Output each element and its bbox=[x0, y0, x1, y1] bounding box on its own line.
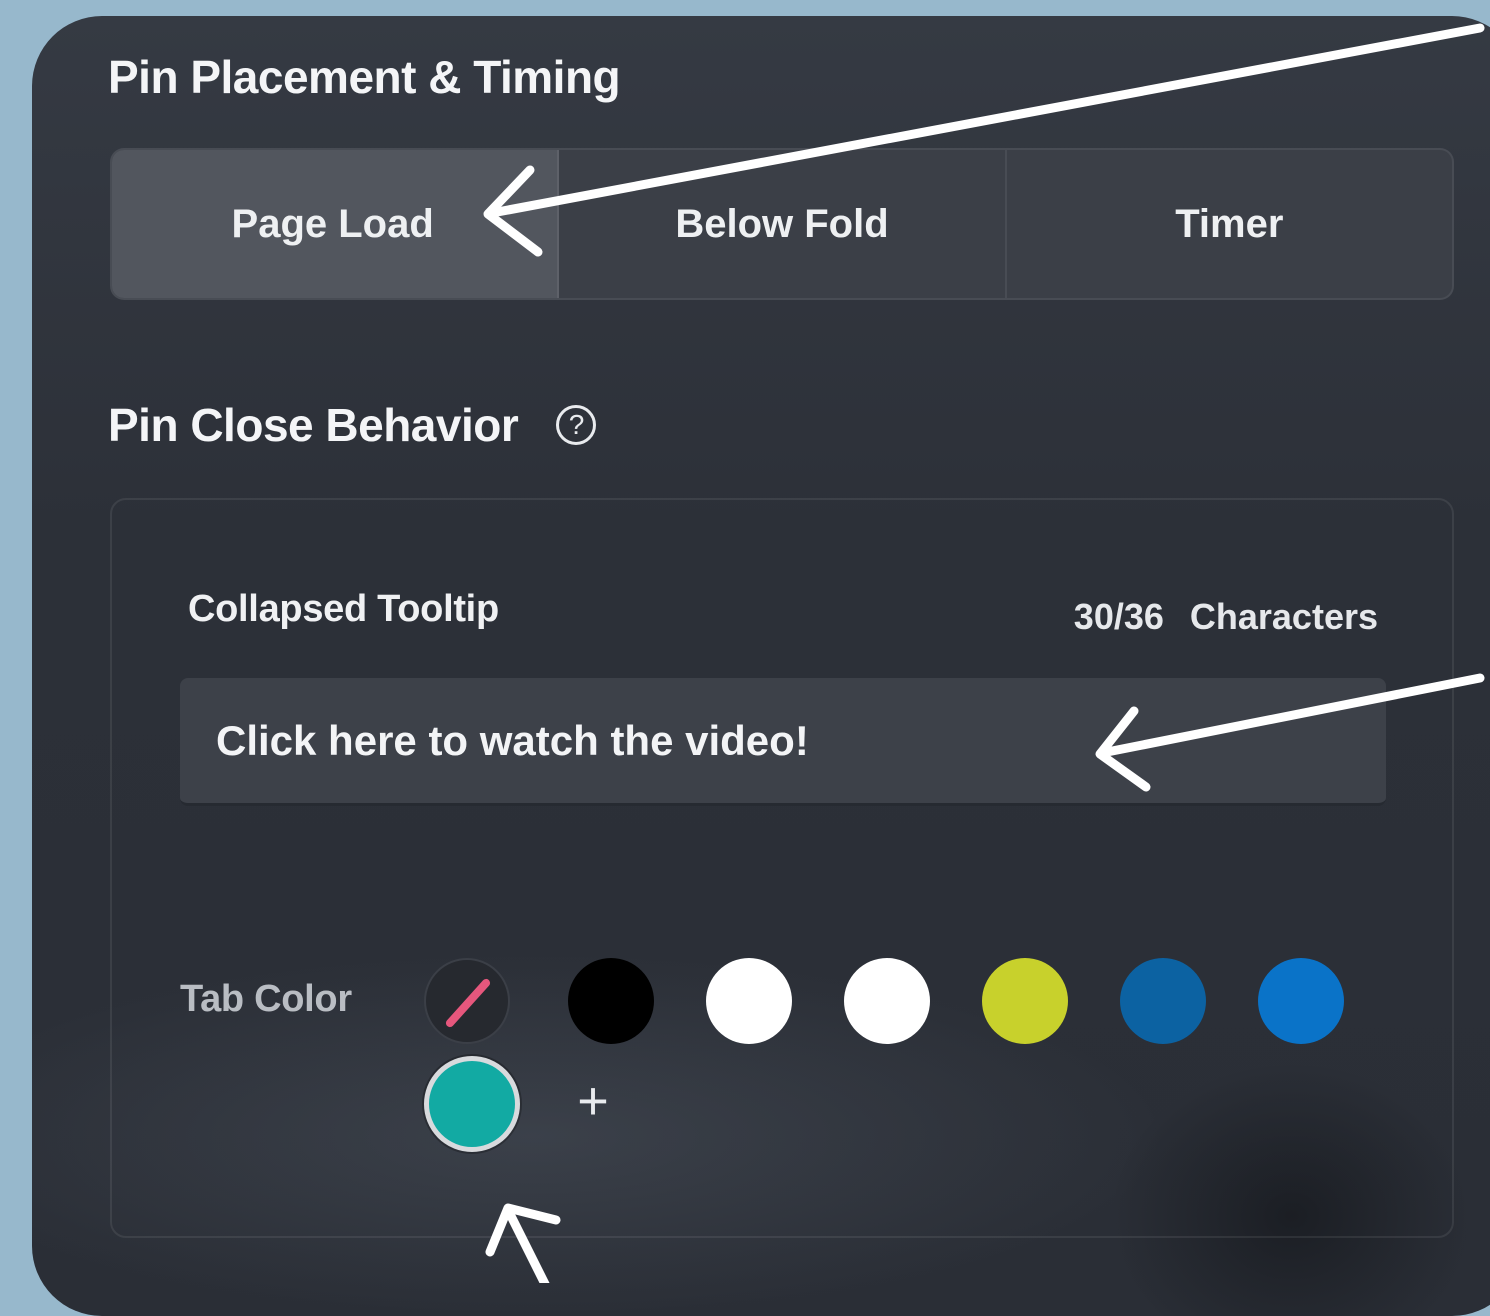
tab-color-label: Tab Color bbox=[180, 978, 352, 1020]
swatch-none[interactable] bbox=[424, 958, 510, 1044]
placement-option-label: Timer bbox=[1175, 201, 1284, 246]
placement-option-timer[interactable]: Timer bbox=[1007, 150, 1452, 298]
add-color-button[interactable]: + bbox=[568, 1074, 618, 1128]
settings-panel: Pin Placement & Timing Page Load Below F… bbox=[32, 16, 1490, 1316]
swatch-teal[interactable] bbox=[424, 1056, 520, 1152]
swatch-white[interactable] bbox=[706, 958, 792, 1044]
swatch-white-2[interactable] bbox=[844, 958, 930, 1044]
close-behavior-section-title: Pin Close Behavior ? bbox=[108, 398, 597, 452]
question-circle-icon[interactable]: ? bbox=[556, 405, 597, 445]
char-count-value: 30/36 bbox=[1073, 596, 1164, 637]
swatch-blue[interactable] bbox=[1258, 958, 1344, 1044]
placement-segmented-control: Page Load Below Fold Timer bbox=[110, 148, 1454, 300]
tooltip-label: Collapsed Tooltip bbox=[188, 588, 499, 630]
tooltip-text-input[interactable] bbox=[180, 678, 1386, 806]
placement-section-title: Pin Placement & Timing bbox=[108, 51, 621, 103]
placement-option-label: Page Load bbox=[231, 201, 434, 246]
char-count-unit: Characters bbox=[1189, 596, 1378, 637]
placement-option-below-fold[interactable]: Below Fold bbox=[559, 150, 1007, 298]
swatch-black[interactable] bbox=[568, 958, 654, 1044]
close-behavior-title-text: Pin Close Behavior bbox=[108, 399, 519, 451]
swatch-dark-blue[interactable] bbox=[1120, 958, 1206, 1044]
swatch-yellow-green[interactable] bbox=[982, 958, 1068, 1044]
placement-option-label: Below Fold bbox=[675, 201, 889, 246]
placement-option-page-load[interactable]: Page Load bbox=[112, 150, 560, 298]
char-counter: 30/36 Characters bbox=[1074, 596, 1378, 638]
close-behavior-card: Collapsed Tooltip 30/36 Characters Tab Co… bbox=[110, 498, 1454, 1238]
